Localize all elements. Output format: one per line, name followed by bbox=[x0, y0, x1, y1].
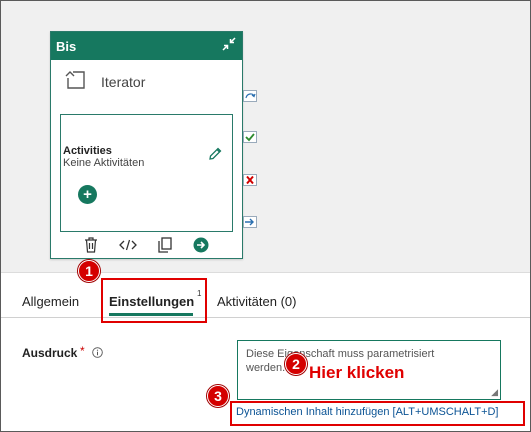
annotation-hint: Hier klicken bbox=[309, 363, 405, 382]
success-output-icon[interactable] bbox=[242, 130, 257, 143]
edit-pencil-icon[interactable] bbox=[208, 147, 222, 166]
collapse-icon[interactable] bbox=[222, 36, 236, 56]
until-activity-card[interactable]: Bis Iterator Activities Keine Aktivitäte… bbox=[50, 31, 243, 259]
iterator-label: Iterator bbox=[101, 74, 146, 90]
annotation-box-settings bbox=[101, 278, 207, 323]
failure-output-icon[interactable] bbox=[242, 173, 257, 186]
activity-toolbar bbox=[51, 236, 242, 258]
annotation-box-dynamic-content bbox=[230, 401, 525, 426]
go-arrow-icon[interactable] bbox=[193, 237, 209, 258]
tabs-divider bbox=[1, 317, 530, 318]
code-icon[interactable] bbox=[118, 238, 137, 257]
expression-label: Ausdruck bbox=[22, 346, 78, 360]
activity-title: Bis bbox=[56, 38, 77, 54]
completion-output-icon[interactable] bbox=[242, 215, 257, 228]
resize-handle-icon[interactable]: ◢ bbox=[491, 387, 498, 398]
annotation-badge-2: 2 bbox=[285, 353, 307, 375]
tab-general[interactable]: Allgemein bbox=[22, 294, 79, 309]
properties-tabs: Allgemein Einstellungen 1 Aktivitäten (0… bbox=[0, 289, 531, 316]
activities-subtitle: Keine Aktivitäten bbox=[63, 157, 145, 169]
required-marker: * bbox=[80, 344, 85, 358]
annotation-badge-3: 3 bbox=[207, 385, 229, 407]
iterator-icon bbox=[65, 70, 87, 95]
activities-title: Activities bbox=[63, 145, 112, 157]
copy-icon[interactable] bbox=[158, 236, 172, 258]
annotation-badge-1: 1 bbox=[78, 260, 100, 282]
delete-icon[interactable] bbox=[84, 236, 98, 258]
activities-container[interactable]: Activities Keine Aktivitäten + bbox=[60, 114, 233, 232]
activity-header: Bis bbox=[51, 32, 242, 60]
info-icon[interactable] bbox=[92, 345, 103, 363]
skipped-output-icon[interactable] bbox=[242, 89, 257, 102]
iterator-row: Iterator bbox=[51, 60, 242, 104]
add-activity-button[interactable]: + bbox=[78, 185, 97, 204]
tab-activities[interactable]: Aktivitäten (0) bbox=[217, 294, 296, 309]
